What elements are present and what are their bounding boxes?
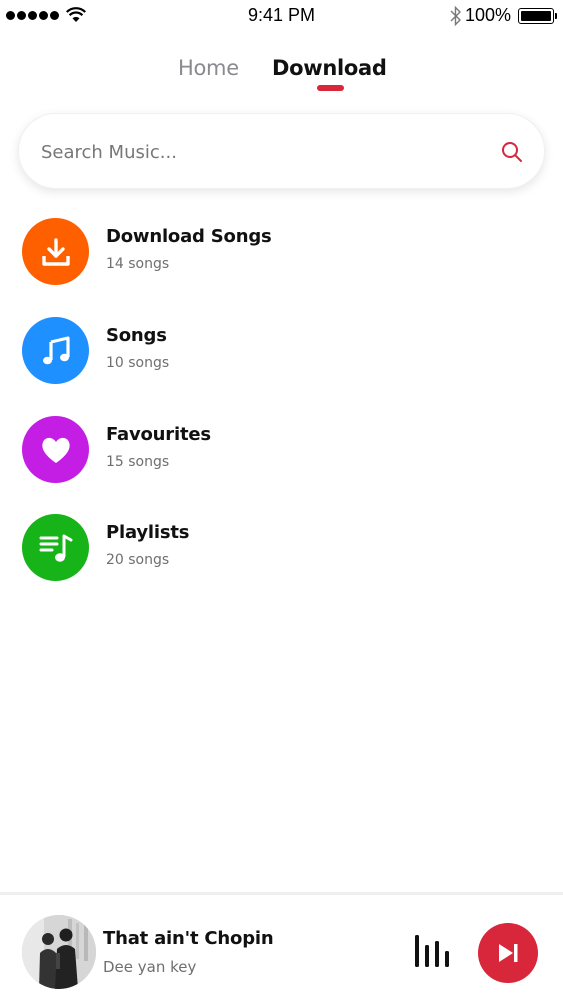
list-item-title: Favourites bbox=[106, 424, 211, 445]
skip-next-icon bbox=[499, 944, 518, 962]
album-art[interactable] bbox=[22, 915, 96, 989]
search-bar bbox=[18, 113, 545, 189]
battery-icon bbox=[518, 8, 557, 24]
list-item-playlists[interactable]: Playlists 20 songs bbox=[0, 510, 563, 584]
skip-next-button[interactable] bbox=[478, 923, 538, 983]
heart-icon bbox=[22, 416, 89, 483]
battery-percentage: 100% bbox=[465, 5, 512, 25]
list-item-count: 14 songs bbox=[106, 256, 170, 272]
playlist-icon bbox=[22, 514, 89, 581]
download-icon bbox=[22, 218, 89, 285]
list-item-count: 20 songs bbox=[106, 552, 170, 568]
music-note-icon bbox=[22, 317, 89, 384]
list-item-download-songs[interactable]: Download Songs 14 songs bbox=[0, 214, 563, 288]
equalizer-icon[interactable] bbox=[413, 935, 453, 967]
list-item-songs[interactable]: Songs 10 songs bbox=[0, 313, 563, 387]
bluetooth-icon bbox=[450, 5, 461, 27]
search-input[interactable] bbox=[41, 136, 481, 168]
status-bar: 9:41 PM 100% bbox=[0, 0, 563, 32]
tab-home[interactable]: Home bbox=[178, 56, 239, 80]
tab-download[interactable]: Download bbox=[272, 56, 387, 80]
list-item-title: Download Songs bbox=[106, 226, 272, 247]
list-item-count: 15 songs bbox=[106, 454, 170, 470]
tab-bar: Home Download bbox=[0, 56, 563, 96]
list-item-title: Playlists bbox=[106, 522, 190, 543]
list-item-title: Songs bbox=[106, 325, 167, 346]
track-artist: Dee yan key bbox=[103, 958, 197, 976]
active-tab-indicator bbox=[317, 85, 344, 91]
search-icon[interactable] bbox=[500, 140, 524, 164]
track-title: That ain't Chopin bbox=[103, 928, 274, 949]
list-item-favourites[interactable]: Favourites 15 songs bbox=[0, 412, 563, 486]
list-item-count: 10 songs bbox=[106, 355, 170, 371]
now-playing-bar[interactable]: That ain't Chopin Dee yan key bbox=[0, 892, 563, 1000]
